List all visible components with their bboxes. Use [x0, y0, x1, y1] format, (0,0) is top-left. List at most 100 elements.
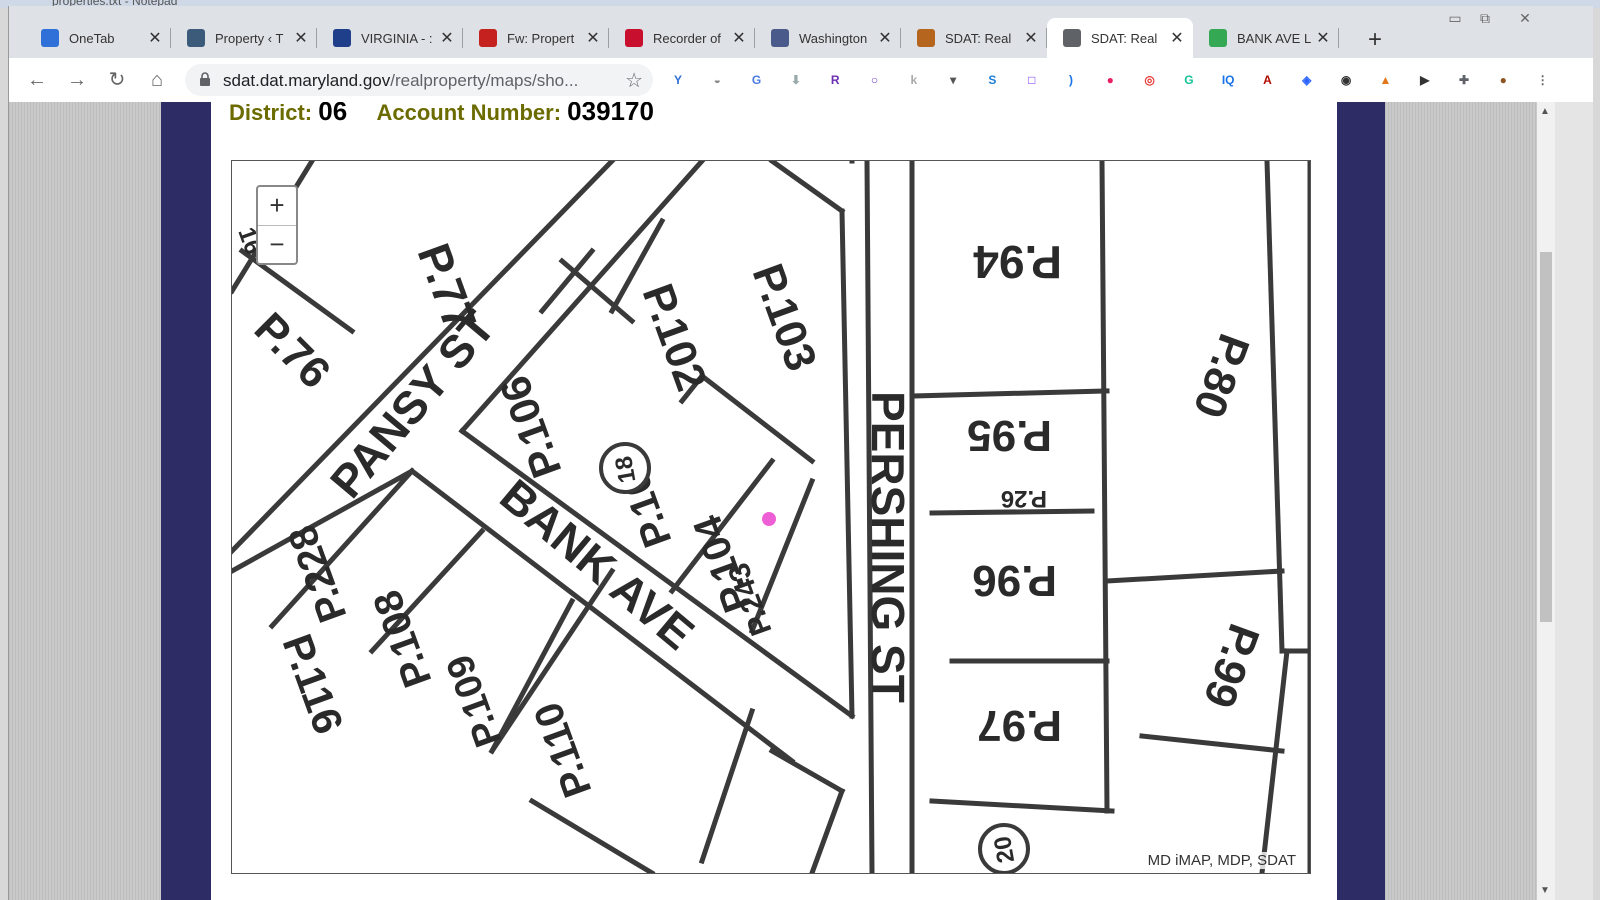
district-value: 06 [318, 102, 348, 126]
zoom-out-button[interactable]: − [258, 226, 296, 264]
browser-toolbar: ← → ↻ ⌂ sdat.dat.maryland.gov/realproper… [9, 58, 1593, 103]
tab-close-icon[interactable]: ✕ [1023, 28, 1039, 48]
tab-close-icon[interactable]: ✕ [585, 28, 601, 48]
close-window-button[interactable]: ✕ [1511, 10, 1539, 27]
account-value: 039170 [567, 102, 654, 126]
parcel-label: P.103 [743, 258, 826, 377]
ext-r-icon[interactable]: R [824, 69, 846, 91]
zoom-in-button[interactable]: + [258, 187, 296, 226]
tab-separator [1338, 28, 1339, 48]
tab-label: OneTab [69, 30, 115, 46]
tab-close-icon[interactable]: ✕ [877, 28, 893, 48]
street-label: PANSY ST [320, 301, 505, 507]
scroll-down-icon[interactable]: ▼ [1540, 885, 1550, 896]
ext-square-icon[interactable]: □ [1021, 69, 1043, 91]
parcel-label: P.76 [245, 303, 340, 398]
ext-translate-icon[interactable]: G [746, 69, 768, 91]
tab[interactable]: Property ‹ T ✕ [171, 18, 317, 58]
zoom-control: + − [256, 185, 298, 265]
gmail-icon [479, 29, 497, 47]
tab[interactable]: BANK AVE L ✕ [1193, 18, 1339, 58]
home-button[interactable]: ⌂ [143, 66, 171, 94]
ext-grammarly-icon[interactable]: G [1178, 69, 1200, 91]
back-button[interactable]: ← [23, 66, 51, 94]
tab-label: Recorder of [653, 30, 721, 46]
tab[interactable]: Recorder of ✕ [609, 18, 755, 58]
left-margin [9, 102, 161, 900]
ext-pdf-icon[interactable]: A [1257, 69, 1279, 91]
ext-color-icon[interactable]: ● [1099, 69, 1121, 91]
grid-marker-label: 18 [610, 454, 641, 485]
wordpress-icon [187, 29, 205, 47]
tab[interactable]: VIRGINIA - : ✕ [317, 18, 463, 58]
map-attribution: MD iMAP, MDP, SDAT [1147, 852, 1296, 869]
ext-fox-icon[interactable]: ▲ [1374, 69, 1396, 91]
tab-label: Fw: Propert [507, 30, 575, 46]
tab-label: SDAT: Real [1091, 30, 1158, 46]
parcel-label: P.96 [972, 556, 1057, 605]
ext-github-icon[interactable]: ○ [864, 69, 886, 91]
tab[interactable]: Fw: Propert ✕ [463, 18, 609, 58]
screen: properties.txt - Notepad OneTab ✕ Property… [0, 0, 1600, 900]
url-host: sdat.dat.maryland.gov [223, 71, 391, 90]
tab[interactable]: Washington ✕ [755, 18, 901, 58]
ext-iq-icon[interactable]: IQ [1217, 69, 1239, 91]
globe-icon [1063, 29, 1081, 47]
parcel-label: P.106 [491, 370, 571, 484]
parcel-label: P.94 [973, 236, 1062, 288]
ext-play-icon[interactable]: ▶ [1414, 69, 1436, 91]
puzzle-icon[interactable]: ✚ [1453, 69, 1475, 91]
ext-red-icon[interactable]: ◎ [1139, 69, 1161, 91]
parcel-label: P.99 [1194, 618, 1269, 714]
ext-k-icon[interactable]: k [903, 69, 925, 91]
tab-label: Property ‹ T [215, 30, 284, 46]
tab-close-icon[interactable]: ✕ [1169, 28, 1185, 48]
tax-map-drawing: P.77 P.102 P.103 P.76 P.106 P.105 P.104 … [232, 161, 1310, 873]
parcel-label: P.109 [439, 649, 511, 752]
tab-close-icon[interactable]: ✕ [147, 28, 163, 48]
parcel-label: P.110 [526, 697, 601, 803]
bookmark-star-icon[interactable]: ☆ [625, 68, 643, 93]
parcel-label: P.26 [1001, 485, 1047, 512]
reload-button[interactable]: ↻ [103, 66, 131, 94]
maryland-flag-icon [917, 29, 935, 47]
ext-s-icon[interactable]: S [981, 69, 1003, 91]
tab[interactable]: SDAT: Real ✕ [1047, 18, 1193, 58]
url-text: sdat.dat.maryland.gov/realproperty/maps/… [223, 71, 578, 91]
scroll-thumb[interactable] [1540, 252, 1552, 622]
scroll-up-icon[interactable]: ▲ [1540, 106, 1550, 117]
ext-ghost-icon[interactable]: ◒ [706, 69, 728, 91]
tab-strip: OneTab ✕ Property ‹ T ✕ VIRGINIA - : ✕ Fw: Pro… [9, 6, 1593, 58]
street-label: BANK AVE [491, 469, 705, 660]
tab-close-icon[interactable]: ✕ [731, 28, 747, 48]
ext-download-icon[interactable]: ⬇ [785, 69, 807, 91]
tab[interactable]: OneTab ✕ [25, 18, 171, 58]
tab-label: VIRGINIA - : [361, 30, 433, 46]
new-tab-button[interactable]: + [1361, 26, 1389, 54]
minimize-button[interactable]: ▭ [1441, 10, 1469, 27]
page-scrollbar[interactable]: ▲ ▼ [1537, 102, 1555, 900]
tab-close-icon[interactable]: ✕ [293, 28, 309, 48]
menu-kebab-icon[interactable]: ⋮ [1532, 69, 1554, 91]
tab-close-icon[interactable]: ✕ [1315, 28, 1331, 48]
ext-y-icon[interactable]: Y [667, 69, 689, 91]
right-margin [1385, 102, 1537, 900]
avatar[interactable]: ● [1492, 69, 1514, 91]
tab[interactable]: SDAT: Real ✕ [901, 18, 1047, 58]
tax-map[interactable]: P.77 P.102 P.103 P.76 P.106 P.105 P.104 … [231, 160, 1311, 874]
onetab-icon [41, 29, 59, 47]
tab-close-icon[interactable]: ✕ [439, 28, 455, 48]
forward-button[interactable]: → [63, 66, 91, 94]
address-bar[interactable]: sdat.dat.maryland.gov/realproperty/maps/… [185, 64, 653, 96]
ext-layers-icon[interactable]: ◈ [1296, 69, 1318, 91]
parcel-label: P.80 [1184, 328, 1259, 424]
parcel-label: P.102 [633, 278, 716, 397]
parcel-labels: P.77 P.102 P.103 P.76 P.106 P.105 P.104 … [245, 236, 1269, 803]
ext-shield-icon[interactable]: ◉ [1335, 69, 1357, 91]
ext-wave-icon[interactable]: ) [1060, 69, 1082, 91]
window-edge [1555, 102, 1593, 900]
ext-pin-icon[interactable]: ▾ [942, 69, 964, 91]
restore-button[interactable]: ⧉ [1471, 10, 1499, 27]
grid-marker-label: 20 [989, 834, 1020, 865]
parcel-label: P.116 [274, 628, 353, 740]
